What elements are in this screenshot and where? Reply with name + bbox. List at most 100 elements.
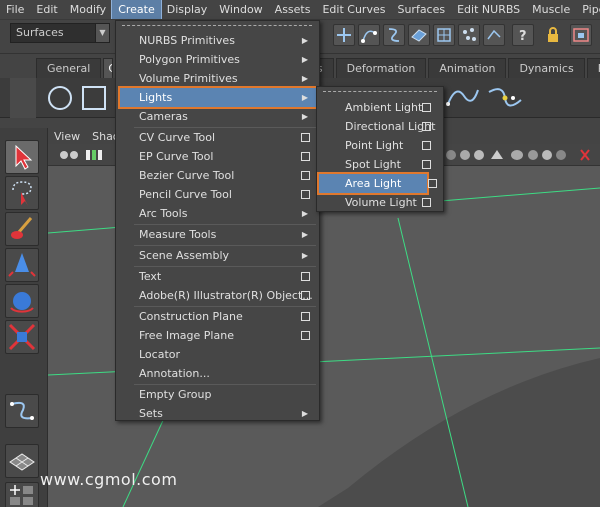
menu-item-empty-group[interactable]: Empty Group <box>120 385 316 404</box>
menu-item-measure-tools[interactable]: Measure Tools ▶ <box>120 225 316 244</box>
curve-s-icon[interactable] <box>383 24 405 46</box>
four-view-icon <box>10 485 33 505</box>
menu-item-annotation[interactable]: Annotation... <box>120 364 316 383</box>
particles-icon[interactable] <box>458 24 480 46</box>
single-view-layout-button[interactable] <box>5 444 39 478</box>
plus-icon[interactable] <box>333 24 355 46</box>
tab-general[interactable]: General <box>36 58 102 78</box>
shading-mode-icons[interactable] <box>443 147 593 163</box>
option-box-icon[interactable] <box>422 198 431 207</box>
bezier-tool-icon[interactable] <box>485 82 525 112</box>
four-view-layout-button[interactable] <box>5 482 39 507</box>
option-box-icon[interactable] <box>301 152 310 161</box>
menu-create[interactable]: Create <box>111 0 162 19</box>
menu-item-free-image-plane[interactable]: Free Image Plane <box>120 326 316 345</box>
menu-item-cv-curve-tool[interactable]: CV Curve Tool <box>120 128 316 147</box>
ground-surface <box>318 358 600 507</box>
menu-item-text[interactable]: Text <box>120 267 316 286</box>
create-menu-dropdown: NURBS Primitives ▶ Polygon Primitives ▶ Vo… <box>115 20 320 421</box>
tab-dynamics[interactable]: Dynamics <box>508 58 585 78</box>
menu-item-directional-light[interactable]: Directional Light <box>317 117 437 136</box>
tab-rendering[interactable]: Ren <box>586 58 600 78</box>
option-box-icon[interactable] <box>301 312 310 321</box>
menu-window[interactable]: Window <box>213 0 268 19</box>
grid-plane-icon <box>9 453 35 471</box>
option-box-icon[interactable] <box>301 171 310 180</box>
menu-edit-curves[interactable]: Edit Curves <box>316 0 391 19</box>
option-box-icon[interactable] <box>422 103 431 112</box>
shelf-menu-handle[interactable] <box>10 78 36 118</box>
option-box-icon[interactable] <box>428 179 437 188</box>
menu-file[interactable]: File <box>0 0 30 19</box>
submenu-arrow-icon: ▶ <box>301 74 308 83</box>
scale-tool-button[interactable] <box>5 320 39 354</box>
select-tool-button[interactable] <box>5 140 39 174</box>
tearoff-handle[interactable] <box>323 91 437 95</box>
menu-muscle[interactable]: Muscle <box>526 0 576 19</box>
menu-pipeline-cache[interactable]: Pipeline C <box>576 0 600 19</box>
menu-item-scene-assembly[interactable]: Scene Assembly ▶ <box>120 246 316 265</box>
menu-surfaces[interactable]: Surfaces <box>391 0 451 19</box>
menuset-dropdown[interactable]: Surfaces ▼ <box>10 23 110 43</box>
menu-item-polygon-primitives[interactable]: Polygon Primitives ▶ <box>120 50 316 69</box>
svg-text:?: ? <box>519 29 527 44</box>
move-tool-button[interactable] <box>5 248 39 282</box>
arrow-cursor-icon <box>15 144 33 170</box>
submenu-arrow-icon: ▶ <box>301 409 308 418</box>
menu-item-pencil-curve-tool[interactable]: Pencil Curve Tool <box>120 185 316 204</box>
panel-menu-view[interactable]: View <box>48 130 86 143</box>
submenu-arrow-icon: ▶ <box>301 93 308 102</box>
nurbs-circle-icon[interactable] <box>46 84 74 112</box>
help-icon[interactable]: ? <box>512 24 534 46</box>
render-region-icon[interactable] <box>570 24 592 46</box>
lock-icon[interactable] <box>542 24 564 46</box>
surface-icon[interactable] <box>408 24 430 46</box>
menu-item-ambient-light[interactable]: Ambient Light <box>317 98 437 117</box>
menu-item-arc-tools[interactable]: Arc Tools ▶ <box>120 204 316 223</box>
chevron-down-icon: ▼ <box>95 24 109 42</box>
option-box-icon[interactable] <box>422 141 431 150</box>
option-box-icon[interactable] <box>301 291 310 300</box>
option-box-icon[interactable] <box>422 160 431 169</box>
menu-edit-nurbs[interactable]: Edit NURBS <box>451 0 526 19</box>
lattice-icon[interactable] <box>433 24 455 46</box>
camera-icons[interactable] <box>58 147 108 163</box>
menu-item-nurbs-primitives[interactable]: NURBS Primitives ▶ <box>120 31 316 50</box>
tab-deformation[interactable]: Deformation <box>335 58 427 78</box>
rotate-tool-button[interactable] <box>5 284 39 318</box>
menu-item-locator[interactable]: Locator <box>120 345 316 364</box>
menu-assets[interactable]: Assets <box>269 0 317 19</box>
menu-display[interactable]: Display <box>161 0 214 19</box>
menu-item-bezier-curve-tool[interactable]: Bezier Curve Tool <box>120 166 316 185</box>
menu-item-volume-primitives[interactable]: Volume Primitives ▶ <box>120 69 316 88</box>
curve-shelf-tool-button[interactable] <box>5 394 39 428</box>
tearoff-handle[interactable] <box>122 25 312 29</box>
nurbs-square-icon[interactable] <box>80 84 108 112</box>
menu-item-volume-light[interactable]: Volume Light <box>317 193 437 212</box>
menu-item-illustrator-object[interactable]: Adobe(R) Illustrator(R) Object... <box>120 286 316 305</box>
menu-item-cameras[interactable]: Cameras ▶ <box>120 107 316 126</box>
option-box-icon[interactable] <box>301 133 310 142</box>
curve-tool-icon[interactable] <box>444 82 480 112</box>
tab-animation[interactable]: Animation <box>428 58 507 78</box>
option-box-icon[interactable] <box>301 190 310 199</box>
option-box-icon[interactable] <box>422 122 431 131</box>
menu-modify[interactable]: Modify <box>64 0 112 19</box>
menu-item-ep-curve-tool[interactable]: EP Curve Tool <box>120 147 316 166</box>
option-box-icon[interactable] <box>301 331 310 340</box>
curve-tool-icon <box>10 401 34 420</box>
connect-icon[interactable] <box>483 24 505 46</box>
lasso-tool-button[interactable] <box>5 176 39 210</box>
menu-item-area-light[interactable]: Area Light <box>317 172 429 195</box>
submenu-arrow-icon: ▶ <box>301 251 308 260</box>
menu-item-construction-plane[interactable]: Construction Plane <box>120 307 316 326</box>
menu-edit[interactable]: Edit <box>30 0 63 19</box>
menu-item-lights[interactable]: Lights ▶ <box>118 86 318 109</box>
option-box-icon[interactable] <box>301 272 310 281</box>
paint-select-tool-button[interactable] <box>5 212 39 246</box>
menu-item-spot-light[interactable]: Spot Light <box>317 155 437 174</box>
menu-item-point-light[interactable]: Point Light <box>317 136 437 155</box>
curve-points-icon[interactable] <box>358 24 380 46</box>
menu-item-sets[interactable]: Sets ▶ <box>120 404 316 423</box>
tab-curves[interactable]: C <box>103 58 114 78</box>
